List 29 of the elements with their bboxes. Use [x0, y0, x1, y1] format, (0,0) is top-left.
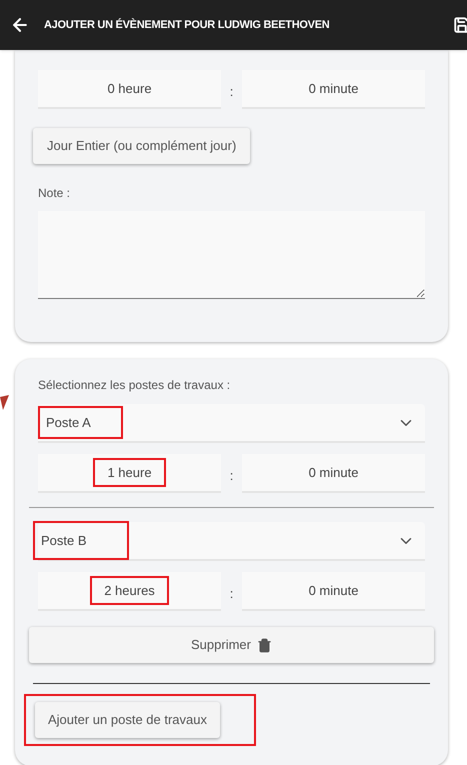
back-icon[interactable]: [10, 15, 30, 35]
time-separator: :: [231, 584, 232, 603]
add-workstation-button[interactable]: Ajouter un poste de travaux: [35, 702, 220, 738]
workstations-label: Sélectionnez les postes de travaux :: [38, 377, 232, 394]
minutes-value: 0 minute: [308, 80, 358, 98]
minutes-value: 0 minute: [308, 464, 358, 482]
arrow-tip-icon: [0, 395, 9, 410]
delete-button[interactable]: Supprimer: [29, 627, 434, 663]
save-icon[interactable]: [453, 16, 467, 34]
page-title: AJOUTER UN ÉVÈNEMENT POUR LUDWIG BEETHOVEN: [44, 17, 330, 33]
hours-field[interactable]: 0 heure: [38, 70, 221, 109]
minutes-field[interactable]: 0 minute: [242, 572, 425, 611]
note-label: Note :: [38, 185, 72, 202]
note-field[interactable]: [38, 211, 425, 299]
minutes-field[interactable]: 0 minute: [242, 70, 425, 109]
hours-value: 0 heure: [107, 80, 152, 98]
hours-field[interactable]: 2 heures: [38, 572, 221, 611]
workstation-value: Poste B: [33, 520, 129, 560]
workstation-value: Poste A: [38, 406, 123, 440]
hours-value: 1 heure: [93, 458, 166, 488]
minutes-value: 0 minute: [308, 582, 358, 600]
hours-value: 2 heures: [90, 576, 169, 606]
full-day-button[interactable]: Jour Entier (ou complément jour): [33, 128, 250, 164]
minutes-field[interactable]: 0 minute: [242, 454, 425, 493]
time-separator: :: [231, 82, 232, 101]
time-separator: :: [231, 466, 232, 485]
workstation-select[interactable]: Poste A: [38, 404, 425, 443]
trash-icon: [256, 638, 272, 652]
hours-field[interactable]: 1 heure: [38, 454, 221, 493]
